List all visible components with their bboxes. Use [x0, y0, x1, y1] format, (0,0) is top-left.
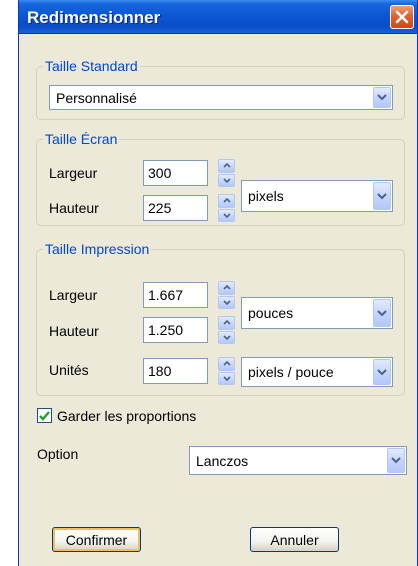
close-button[interactable] — [390, 5, 414, 29]
spin-down-button[interactable] — [218, 173, 235, 187]
chevron-down-icon — [377, 309, 387, 316]
spin-down-icon — [222, 213, 231, 218]
print-unit-value: pouces — [248, 305, 294, 321]
spin-down-button[interactable] — [218, 371, 235, 385]
title-bar[interactable]: Redimensionner — [19, 0, 417, 34]
option-value: Lanczos — [196, 452, 249, 469]
print-height-label: Hauteur — [49, 323, 99, 339]
spin-up-icon — [222, 320, 231, 325]
spin-up-button[interactable] — [218, 159, 235, 173]
screen-width-label: Largeur — [49, 165, 98, 181]
chevron-down-icon — [391, 457, 401, 464]
spin-up-icon — [222, 361, 231, 366]
screen-height-spinner[interactable] — [218, 194, 235, 222]
checkmark-icon — [39, 410, 50, 421]
keep-proportions-checkbox[interactable] — [37, 408, 52, 423]
spin-down-button[interactable] — [218, 330, 235, 344]
spin-down-icon — [222, 300, 231, 305]
print-height-spinner[interactable] — [218, 316, 235, 344]
spin-down-button[interactable] — [218, 295, 235, 309]
chevron-down-icon — [377, 94, 387, 101]
standard-size-value: Personnalisé — [56, 89, 137, 106]
spin-down-icon — [222, 335, 231, 340]
resolution-unit-value: pixels / pouce — [248, 364, 334, 380]
spin-up-icon — [222, 198, 231, 203]
option-select[interactable]: Lanczos — [189, 446, 407, 475]
print-width-label: Largeur — [49, 287, 98, 303]
confirm-button[interactable]: Confirmer — [52, 527, 141, 552]
screen-unit-select[interactable]: pixels — [241, 180, 393, 212]
print-height-input[interactable]: 1.250 — [143, 317, 208, 343]
resolution-input[interactable]: 180 — [143, 358, 208, 384]
print-unit-select[interactable]: pouces — [241, 297, 393, 329]
cancel-button[interactable]: Annuler — [250, 527, 339, 552]
resolution-unit-select[interactable]: pixels / pouce — [241, 357, 393, 387]
window-title: Redimensionner — [27, 8, 161, 27]
close-icon — [395, 10, 409, 24]
spin-up-icon — [222, 285, 231, 290]
print-width-input[interactable]: 1.667 — [143, 282, 208, 308]
dropdown-button[interactable] — [387, 448, 405, 473]
spin-up-button[interactable] — [218, 194, 235, 208]
screen-unit-value: pixels — [248, 188, 284, 204]
resolution-spinner[interactable] — [218, 357, 235, 385]
spin-down-icon — [222, 376, 231, 381]
standard-size-select[interactable]: Personnalisé — [49, 85, 393, 110]
dropdown-button[interactable] — [373, 299, 391, 327]
resolution-label: Unités — [49, 362, 89, 378]
screen-size-legend: Taille Écran — [45, 131, 118, 147]
standard-size-legend: Taille Standard — [45, 58, 138, 74]
screen-height-input[interactable]: 225 — [143, 195, 208, 221]
spin-up-button[interactable] — [218, 281, 235, 295]
chevron-down-icon — [377, 368, 387, 375]
screen-height-label: Hauteur — [49, 200, 99, 216]
print-size-legend: Taille Impression — [45, 241, 150, 257]
spin-down-button[interactable] — [218, 208, 235, 222]
spin-up-button[interactable] — [218, 357, 235, 371]
resize-dialog: Redimensionner Taille Standard Personnal… — [18, 0, 418, 566]
dropdown-button[interactable] — [373, 87, 391, 108]
spin-up-button[interactable] — [218, 316, 235, 330]
spin-up-icon — [222, 163, 231, 168]
dropdown-button[interactable] — [373, 182, 391, 210]
keep-proportions-label[interactable]: Garder les proportions — [57, 408, 196, 424]
screen-width-input[interactable]: 300 — [143, 160, 208, 186]
screen-width-spinner[interactable] — [218, 159, 235, 187]
print-width-spinner[interactable] — [218, 281, 235, 309]
spin-down-icon — [222, 178, 231, 183]
chevron-down-icon — [377, 192, 387, 199]
option-label: Option — [37, 446, 79, 462]
dropdown-button[interactable] — [373, 359, 391, 385]
